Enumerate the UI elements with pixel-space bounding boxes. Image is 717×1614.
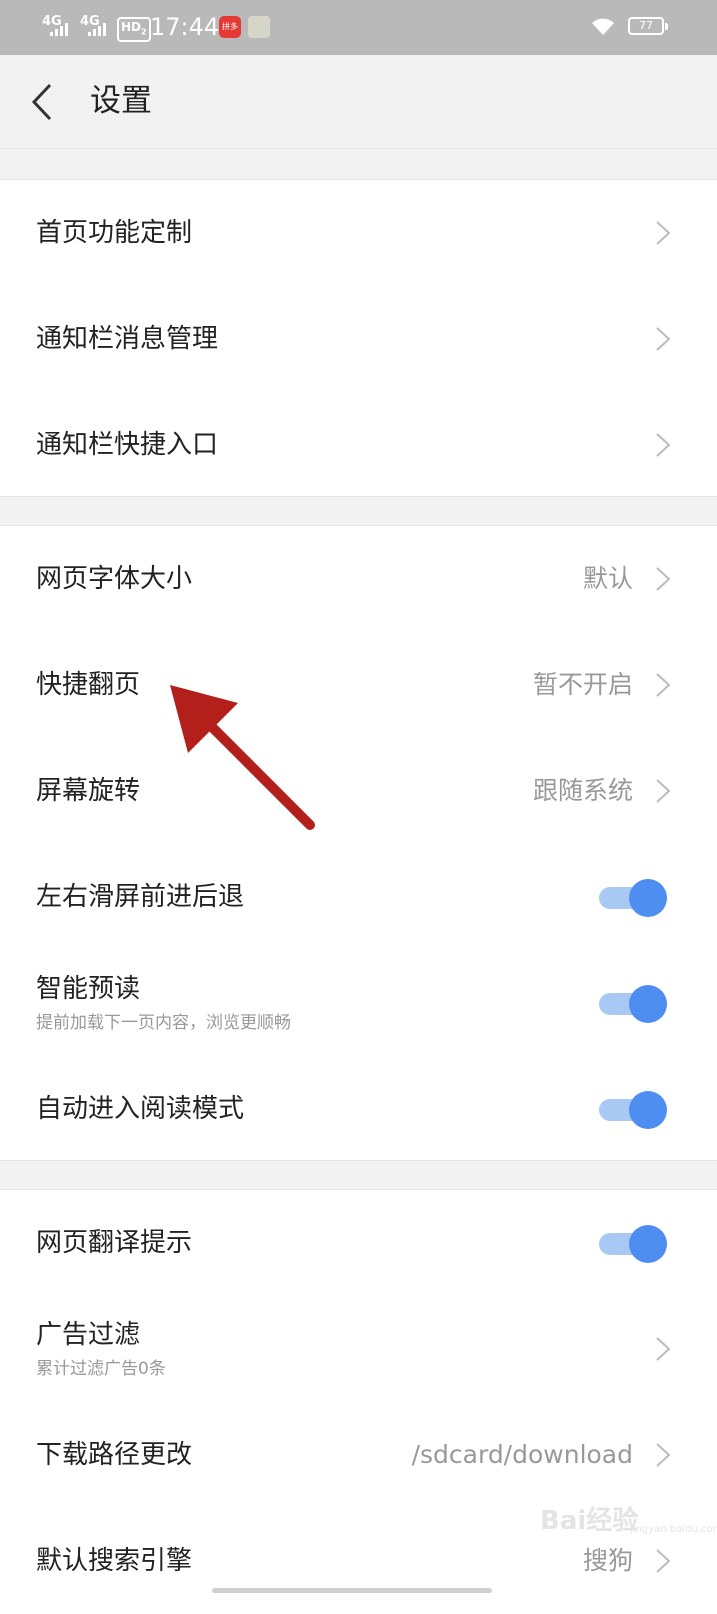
chevron-right-icon: [656, 779, 671, 803]
home-indicator[interactable]: [212, 1588, 492, 1593]
row-label: 屏幕旋转: [36, 776, 141, 806]
row-value: 跟随系统: [532, 776, 633, 805]
row-label: 下载路径更改: [36, 1440, 193, 1470]
section-divider: [0, 1160, 717, 1190]
battery-icon: 77: [628, 17, 668, 35]
chevron-right-icon: [656, 567, 671, 591]
status-bar: 4G 4G HD2 17:44 拼多 77: [0, 0, 717, 55]
chevron-right-icon: [656, 221, 671, 245]
auto-reading-mode-toggle[interactable]: [599, 1091, 667, 1129]
row-label: 通知栏消息管理: [36, 324, 219, 354]
chevron-right-icon: [656, 1549, 671, 1573]
row-label: 自动进入阅读模式: [36, 1094, 245, 1124]
hd-badge: HD2: [117, 17, 151, 43]
baidu-watermark: Bai经验 jingyan.baidu.com: [540, 1506, 717, 1536]
settings-row-screen-rotation[interactable]: 屏幕旋转 跟随系统: [0, 738, 717, 844]
row-value: 暂不开启: [532, 670, 633, 699]
row-label: 智能预读: [36, 974, 141, 1004]
row-value: 搜狗: [582, 1546, 633, 1575]
row-label: 广告过滤: [36, 1320, 141, 1350]
page-title: 设置: [90, 83, 152, 119]
signal-bars-icon: [50, 22, 68, 36]
chevron-right-icon: [656, 433, 671, 457]
app-notification-icon: 拼多: [219, 16, 241, 38]
settings-row-homepage-customize[interactable]: 首页功能定制: [0, 180, 717, 286]
row-label: 首页功能定制: [36, 218, 193, 248]
section-divider: [0, 148, 717, 180]
settings-row-notification-messages[interactable]: 通知栏消息管理: [0, 286, 717, 392]
settings-row-auto-reading-mode: 自动进入阅读模式: [0, 1056, 717, 1162]
row-subtitle: 累计过滤广告0条: [36, 1359, 166, 1379]
clock: 17:44: [150, 13, 220, 41]
settings-row-quick-page-turn[interactable]: 快捷翻页 暂不开启: [0, 632, 717, 738]
settings-row-translation-prompt: 网页翻译提示: [0, 1190, 717, 1296]
settings-row-swipe-navigation: 左右滑屏前进后退: [0, 844, 717, 950]
row-label: 快捷翻页: [36, 670, 141, 700]
app-header: 设置: [0, 55, 717, 149]
row-subtitle: 提前加载下一页内容，浏览更顺畅: [36, 1013, 291, 1033]
row-label: 网页翻译提示: [36, 1228, 193, 1258]
row-label: 网页字体大小: [36, 564, 193, 594]
row-label: 默认搜索引擎: [36, 1546, 193, 1576]
chevron-right-icon: [656, 673, 671, 697]
settings-row-notification-shortcuts[interactable]: 通知栏快捷入口: [0, 392, 717, 498]
app-notification-icon: [248, 16, 270, 38]
smart-preload-toggle[interactable]: [599, 985, 667, 1023]
chevron-left-icon[interactable]: [28, 81, 68, 123]
settings-row-font-size[interactable]: 网页字体大小 默认: [0, 526, 717, 632]
row-value: 默认: [582, 564, 633, 593]
settings-row-ad-filter[interactable]: 广告过滤 累计过滤广告0条: [0, 1296, 717, 1402]
chevron-right-icon: [656, 1337, 671, 1361]
translation-prompt-toggle[interactable]: [599, 1225, 667, 1263]
chevron-right-icon: [656, 1443, 671, 1467]
row-value: /sdcard/download: [411, 1440, 633, 1469]
row-label: 左右滑屏前进后退: [36, 882, 245, 912]
section-divider: [0, 496, 717, 526]
settings-row-smart-preload: 智能预读 提前加载下一页内容，浏览更顺畅: [0, 950, 717, 1056]
signal-bars-icon: [88, 22, 106, 36]
wifi-icon: [592, 18, 614, 35]
chevron-right-icon: [656, 327, 671, 351]
row-label: 通知栏快捷入口: [36, 430, 219, 460]
swipe-navigation-toggle[interactable]: [599, 879, 667, 917]
